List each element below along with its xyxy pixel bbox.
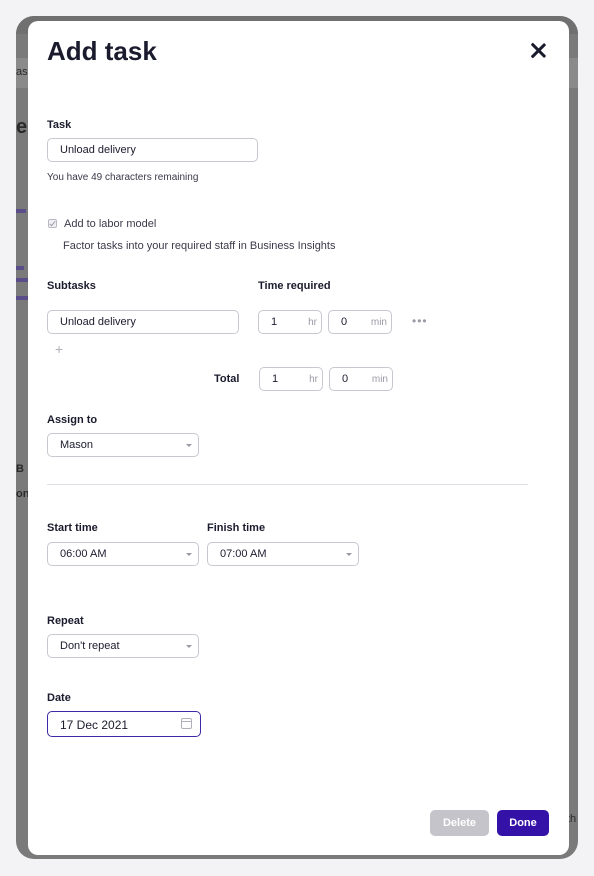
subtasks-label: Subtasks (47, 280, 96, 292)
section-divider (47, 484, 528, 485)
task-char-counter: You have 49 characters remaining (47, 172, 199, 183)
hours-unit: hr (309, 374, 318, 385)
subtask-minutes-field[interactable]: 0 min (328, 310, 392, 334)
labor-model-description: Factor tasks into your required staff in… (63, 240, 336, 252)
background-heading-fragment: e (16, 116, 28, 138)
more-horizontal-icon[interactable]: ••• (412, 314, 428, 328)
finish-time-value: 07:00 AM (220, 548, 267, 560)
assign-to-select[interactable]: Mason (47, 433, 199, 457)
task-label: Task (47, 119, 72, 131)
repeat-value: Don't repeat (60, 640, 120, 652)
assign-to-label: Assign to (47, 414, 98, 426)
modal-title: Add task (47, 36, 157, 66)
background-bar (16, 266, 24, 270)
minutes-unit: min (371, 374, 388, 385)
close-icon[interactable] (526, 39, 550, 63)
start-time-label: Start time (47, 522, 98, 534)
date-label: Date (47, 692, 71, 704)
minutes-unit: min (370, 317, 387, 328)
background-fragment: B (16, 463, 24, 475)
background-bar (16, 296, 28, 300)
done-button[interactable]: Done (497, 810, 549, 836)
total-hours-value: 1 (272, 373, 279, 385)
repeat-select[interactable]: Don't repeat (47, 634, 199, 658)
start-time-select[interactable]: 06:00 AM (47, 542, 199, 566)
subtask-hours-value: 1 (271, 316, 278, 328)
chevron-down-icon (186, 444, 192, 447)
chevron-down-icon (186, 645, 192, 648)
background-bar (16, 278, 28, 282)
hours-unit: hr (308, 317, 317, 328)
date-value: 17 Dec 2021 (60, 718, 129, 732)
background-bar (16, 209, 26, 213)
total-hours-field: 1 hr (259, 367, 323, 391)
calendar-icon[interactable] (181, 718, 192, 729)
labor-model-label: Add to labor model (64, 218, 157, 230)
total-minutes-value: 0 (342, 373, 349, 385)
finish-time-label: Finish time (207, 522, 266, 534)
subtask-name-input[interactable] (47, 310, 239, 334)
task-name-input[interactable] (47, 138, 258, 162)
add-task-modal: Add task Task You have 49 characters rem… (28, 21, 569, 855)
repeat-label: Repeat (47, 615, 84, 627)
start-time-value: 06:00 AM (60, 548, 107, 560)
time-required-label: Time required (258, 280, 331, 292)
assign-to-value: Mason (60, 439, 94, 451)
finish-time-select[interactable]: 07:00 AM (207, 542, 359, 566)
chevron-down-icon (346, 553, 352, 556)
plus-icon[interactable]: + (55, 341, 63, 357)
date-picker-field[interactable]: 17 Dec 2021 (47, 711, 201, 737)
total-minutes-field: 0 min (329, 367, 393, 391)
subtask-hours-field[interactable]: 1 hr (258, 310, 322, 334)
delete-button[interactable]: Delete (430, 810, 489, 836)
subtask-minutes-value: 0 (341, 316, 348, 328)
total-label: Total (214, 373, 240, 385)
chevron-down-icon (186, 553, 192, 556)
labor-model-checkbox[interactable] (48, 219, 57, 228)
